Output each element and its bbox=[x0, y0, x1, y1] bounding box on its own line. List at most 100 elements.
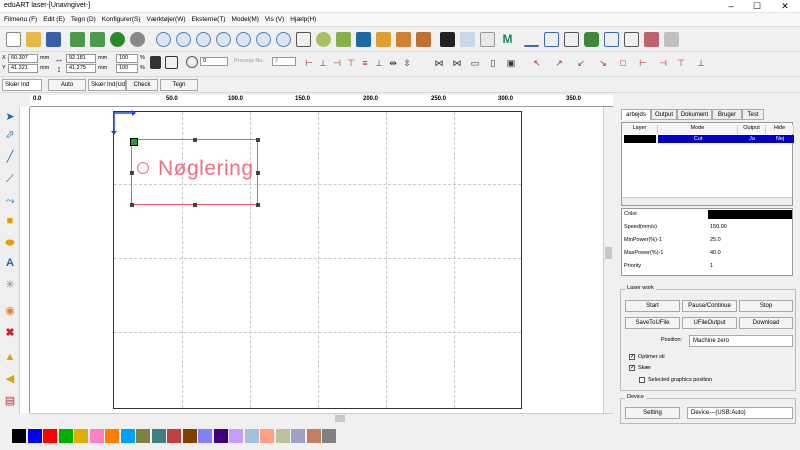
mirror-h-icon[interactable]: ▲ bbox=[3, 350, 17, 364]
center-anchor-icon[interactable] bbox=[165, 56, 178, 69]
move-topright-icon[interactable]: ↗ bbox=[554, 58, 564, 68]
position-select[interactable]: Machine zero bbox=[689, 335, 793, 347]
palette-swatch[interactable] bbox=[291, 429, 305, 443]
move-bottom-icon[interactable]: ⊥ bbox=[696, 58, 706, 68]
width-field[interactable]: 92.181 bbox=[66, 54, 96, 63]
print-icon[interactable] bbox=[664, 32, 679, 47]
palette-swatch[interactable] bbox=[43, 429, 57, 443]
palette-swatch[interactable] bbox=[182, 429, 197, 443]
angle-field[interactable]: 0 bbox=[200, 57, 228, 66]
resize-handle[interactable] bbox=[256, 203, 260, 207]
node-edit-icon[interactable] bbox=[316, 32, 331, 47]
height-percent-field[interactable]: 100 bbox=[116, 64, 138, 73]
move-bottomright-icon[interactable]: ↘ bbox=[598, 58, 608, 68]
align-top-icon[interactable]: ⊤ bbox=[346, 58, 356, 68]
bounds-icon[interactable] bbox=[624, 32, 639, 47]
tab-work[interactable]: arbejds bbox=[621, 109, 651, 120]
space-v-icon[interactable]: ⋈ bbox=[452, 58, 462, 68]
palette-swatch[interactable] bbox=[58, 429, 73, 443]
palette-swatch[interactable] bbox=[229, 429, 243, 443]
menu-view[interactable]: Vis (V) bbox=[265, 16, 284, 23]
check-button[interactable]: Check bbox=[126, 79, 158, 91]
process-no-field[interactable]: 3 bbox=[272, 57, 296, 66]
download-button[interactable]: Download bbox=[739, 317, 793, 329]
width-percent-field[interactable]: 100 bbox=[116, 54, 138, 63]
ufile-output-button[interactable]: UFileOutput bbox=[682, 317, 737, 329]
device-select[interactable]: Device---(USB:Auto) bbox=[687, 407, 793, 419]
align-right-icon[interactable]: ⊣ bbox=[332, 58, 342, 68]
open-folder-icon[interactable] bbox=[26, 32, 41, 47]
stop-button[interactable]: Stop bbox=[739, 300, 793, 312]
menu-model[interactable]: Model(M) bbox=[231, 16, 258, 23]
horizontal-scrollbar[interactable] bbox=[30, 413, 613, 423]
select-arrow-icon[interactable]: ➤ bbox=[3, 110, 17, 124]
resize-handle[interactable] bbox=[130, 203, 134, 207]
pause-continue-button[interactable]: Pause/Continue bbox=[682, 300, 737, 312]
palette-swatch[interactable] bbox=[322, 429, 336, 443]
same-width-icon[interactable]: ▭ bbox=[470, 58, 480, 68]
delete-icon[interactable]: ✖ bbox=[3, 326, 17, 340]
wave-icon[interactable] bbox=[524, 32, 539, 47]
palette-swatch[interactable] bbox=[89, 429, 104, 443]
color-value-swatch[interactable] bbox=[708, 210, 792, 219]
grid-icon[interactable] bbox=[544, 32, 559, 47]
palette-swatch[interactable] bbox=[151, 429, 166, 443]
layer-color-swatch[interactable] bbox=[624, 135, 656, 143]
y-field[interactable]: 41.321 bbox=[8, 64, 38, 73]
resize-handle[interactable] bbox=[193, 203, 197, 207]
height-field[interactable]: 41.275 bbox=[66, 64, 96, 73]
move-bottomleft-icon[interactable]: ↙ bbox=[576, 58, 586, 68]
menu-file[interactable]: Filmenu (F) bbox=[4, 16, 37, 23]
node-select-icon[interactable]: ⬀ bbox=[3, 128, 17, 142]
scroll-thumb[interactable] bbox=[335, 415, 345, 422]
new-file-icon[interactable] bbox=[6, 32, 21, 47]
layer-output-cell[interactable]: Ja bbox=[738, 135, 766, 143]
laser-head-icon[interactable] bbox=[440, 32, 455, 47]
close-button[interactable]: ✕ bbox=[772, 0, 798, 13]
array-copy-icon[interactable] bbox=[396, 32, 411, 47]
rotate-icon[interactable] bbox=[186, 56, 198, 68]
distribute-h-icon[interactable]: ⇹ bbox=[388, 58, 398, 68]
zoom-window-icon[interactable] bbox=[276, 32, 291, 47]
palette-swatch[interactable] bbox=[275, 429, 290, 443]
palette-swatch[interactable] bbox=[105, 429, 119, 443]
palette-swatch[interactable] bbox=[12, 429, 26, 443]
magic-wand-icon[interactable] bbox=[460, 32, 475, 47]
engrave-text[interactable]: Nøglering bbox=[158, 157, 254, 181]
polyline-tool-icon[interactable]: ⟋ bbox=[3, 172, 17, 186]
palette-swatch[interactable] bbox=[120, 429, 135, 443]
move-topleft-icon[interactable]: ↖ bbox=[532, 58, 542, 68]
move-right-icon[interactable]: ⊣ bbox=[658, 58, 668, 68]
line-tool-icon[interactable]: ╱ bbox=[3, 150, 17, 164]
draw-button[interactable]: Tegn bbox=[160, 79, 198, 91]
redo-icon[interactable] bbox=[130, 32, 145, 47]
tab-document[interactable]: Dokument bbox=[677, 109, 712, 120]
m-tool-icon[interactable]: M bbox=[500, 32, 515, 47]
menu-external[interactable]: Eksterne(T) bbox=[192, 16, 226, 23]
menu-help[interactable]: Hjælp(H) bbox=[290, 16, 316, 23]
export-icon[interactable] bbox=[90, 32, 105, 47]
speed-value[interactable]: 150.00 bbox=[710, 224, 727, 230]
mode-select[interactable]: Skær Ind bbox=[2, 79, 42, 91]
curve-tool-icon[interactable]: ⤳ bbox=[3, 194, 17, 208]
cut-checkbox[interactable]: ✓ bbox=[629, 365, 635, 371]
align-icon[interactable] bbox=[604, 32, 619, 47]
import-icon[interactable] bbox=[70, 32, 85, 47]
align-middle-icon[interactable]: ≡ bbox=[360, 58, 370, 68]
priority-value[interactable]: 1 bbox=[710, 263, 713, 269]
group-icon[interactable] bbox=[584, 32, 599, 47]
save-icon[interactable] bbox=[46, 32, 61, 47]
tab-test[interactable]: Test bbox=[742, 109, 764, 120]
selected-graphics-checkbox[interactable] bbox=[639, 377, 645, 383]
vertical-scrollbar[interactable] bbox=[603, 107, 613, 413]
pen-icon[interactable] bbox=[480, 32, 495, 47]
keyring-hole[interactable] bbox=[137, 162, 149, 174]
zoom-in-icon[interactable] bbox=[176, 32, 191, 47]
palette-swatch[interactable] bbox=[167, 429, 181, 443]
undo-icon[interactable] bbox=[110, 32, 125, 47]
layer-mode-cell[interactable]: Cut bbox=[658, 135, 738, 143]
palette-tool-icon[interactable]: ◉ bbox=[3, 304, 17, 318]
menu-tools[interactable]: Værktøjer(W) bbox=[147, 16, 186, 23]
palette-swatch[interactable] bbox=[213, 429, 228, 443]
palette-swatch[interactable] bbox=[136, 429, 150, 443]
